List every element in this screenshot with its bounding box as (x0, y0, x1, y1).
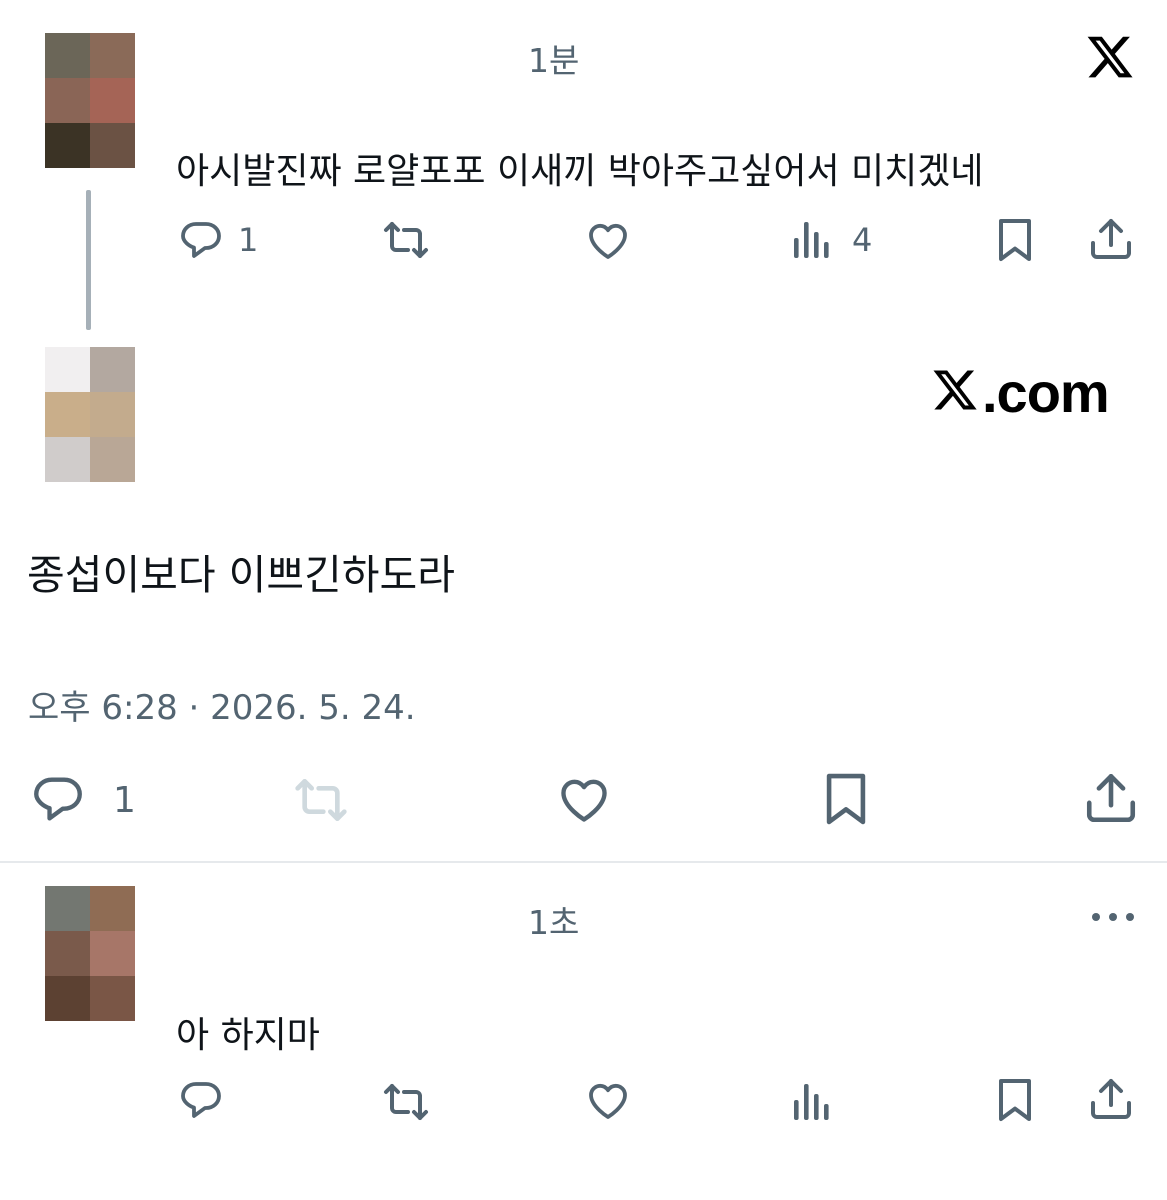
reply-icon[interactable] (177, 1076, 225, 1124)
avatar-pixel (45, 886, 90, 931)
divider (0, 861, 1167, 863)
like-icon[interactable] (552, 770, 616, 828)
view-count: 4 (852, 221, 873, 259)
avatar-pixel (90, 886, 135, 931)
avatar-pixel (90, 33, 135, 78)
tweet-text: 아시발진짜 로얄포포 이새끼 박아주고싶어서 미치겠네 (176, 151, 984, 192)
reply-count: 1 (238, 221, 259, 259)
x-logo-icon[interactable] (1085, 32, 1135, 82)
avatar-pixel (90, 392, 135, 437)
like-icon[interactable] (582, 216, 634, 264)
tweet-timestamp[interactable]: 오후 6:28 · 2026. 5. 24. (28, 680, 416, 729)
bookmark-icon[interactable] (820, 770, 872, 828)
avatar-pixel (90, 78, 135, 123)
bookmark-icon[interactable] (994, 1076, 1036, 1124)
avatar-pixel (45, 976, 90, 1021)
tweet-text: 아 하지마 (176, 1015, 320, 1056)
share-icon[interactable] (1082, 768, 1140, 828)
avatar-pixel (45, 33, 90, 78)
share-icon[interactable] (1087, 214, 1135, 264)
tweet-text: 종섭이보다 이쁘긴하도라 (27, 551, 455, 599)
thread-line (86, 190, 91, 330)
avatar-pixel (45, 123, 90, 168)
avatar-pixel (90, 347, 135, 392)
x-com-brand[interactable]: .com (930, 360, 1110, 424)
avatar-pixel (45, 78, 90, 123)
avatar[interactable] (45, 33, 135, 168)
x-logo-icon (930, 366, 980, 418)
retweet-icon[interactable] (380, 1078, 432, 1126)
avatar-pixel (90, 437, 135, 482)
avatar-pixel (45, 437, 90, 482)
avatar-pixel (45, 347, 90, 392)
avatar[interactable] (45, 886, 135, 1021)
retweet-icon[interactable] (380, 216, 432, 264)
avatar-pixel (45, 392, 90, 437)
reply-icon[interactable] (177, 216, 225, 264)
tweet-time: 1초 (528, 903, 580, 942)
reply-count: 1 (113, 780, 136, 821)
views-icon[interactable] (790, 218, 834, 262)
retweet-icon (288, 772, 354, 828)
brand-text: .com (982, 360, 1110, 424)
like-icon[interactable] (582, 1076, 634, 1124)
avatar-pixel (90, 123, 135, 168)
views-icon[interactable] (790, 1080, 834, 1124)
avatar-pixel (45, 931, 90, 976)
reply-icon[interactable] (27, 770, 89, 828)
tweet-time: 1분 (528, 41, 580, 80)
avatar[interactable] (45, 347, 135, 482)
share-icon[interactable] (1087, 1074, 1135, 1124)
avatar-pixel (90, 976, 135, 1021)
avatar-pixel (90, 931, 135, 976)
bookmark-icon[interactable] (994, 216, 1036, 264)
more-icon[interactable] (1090, 904, 1136, 930)
